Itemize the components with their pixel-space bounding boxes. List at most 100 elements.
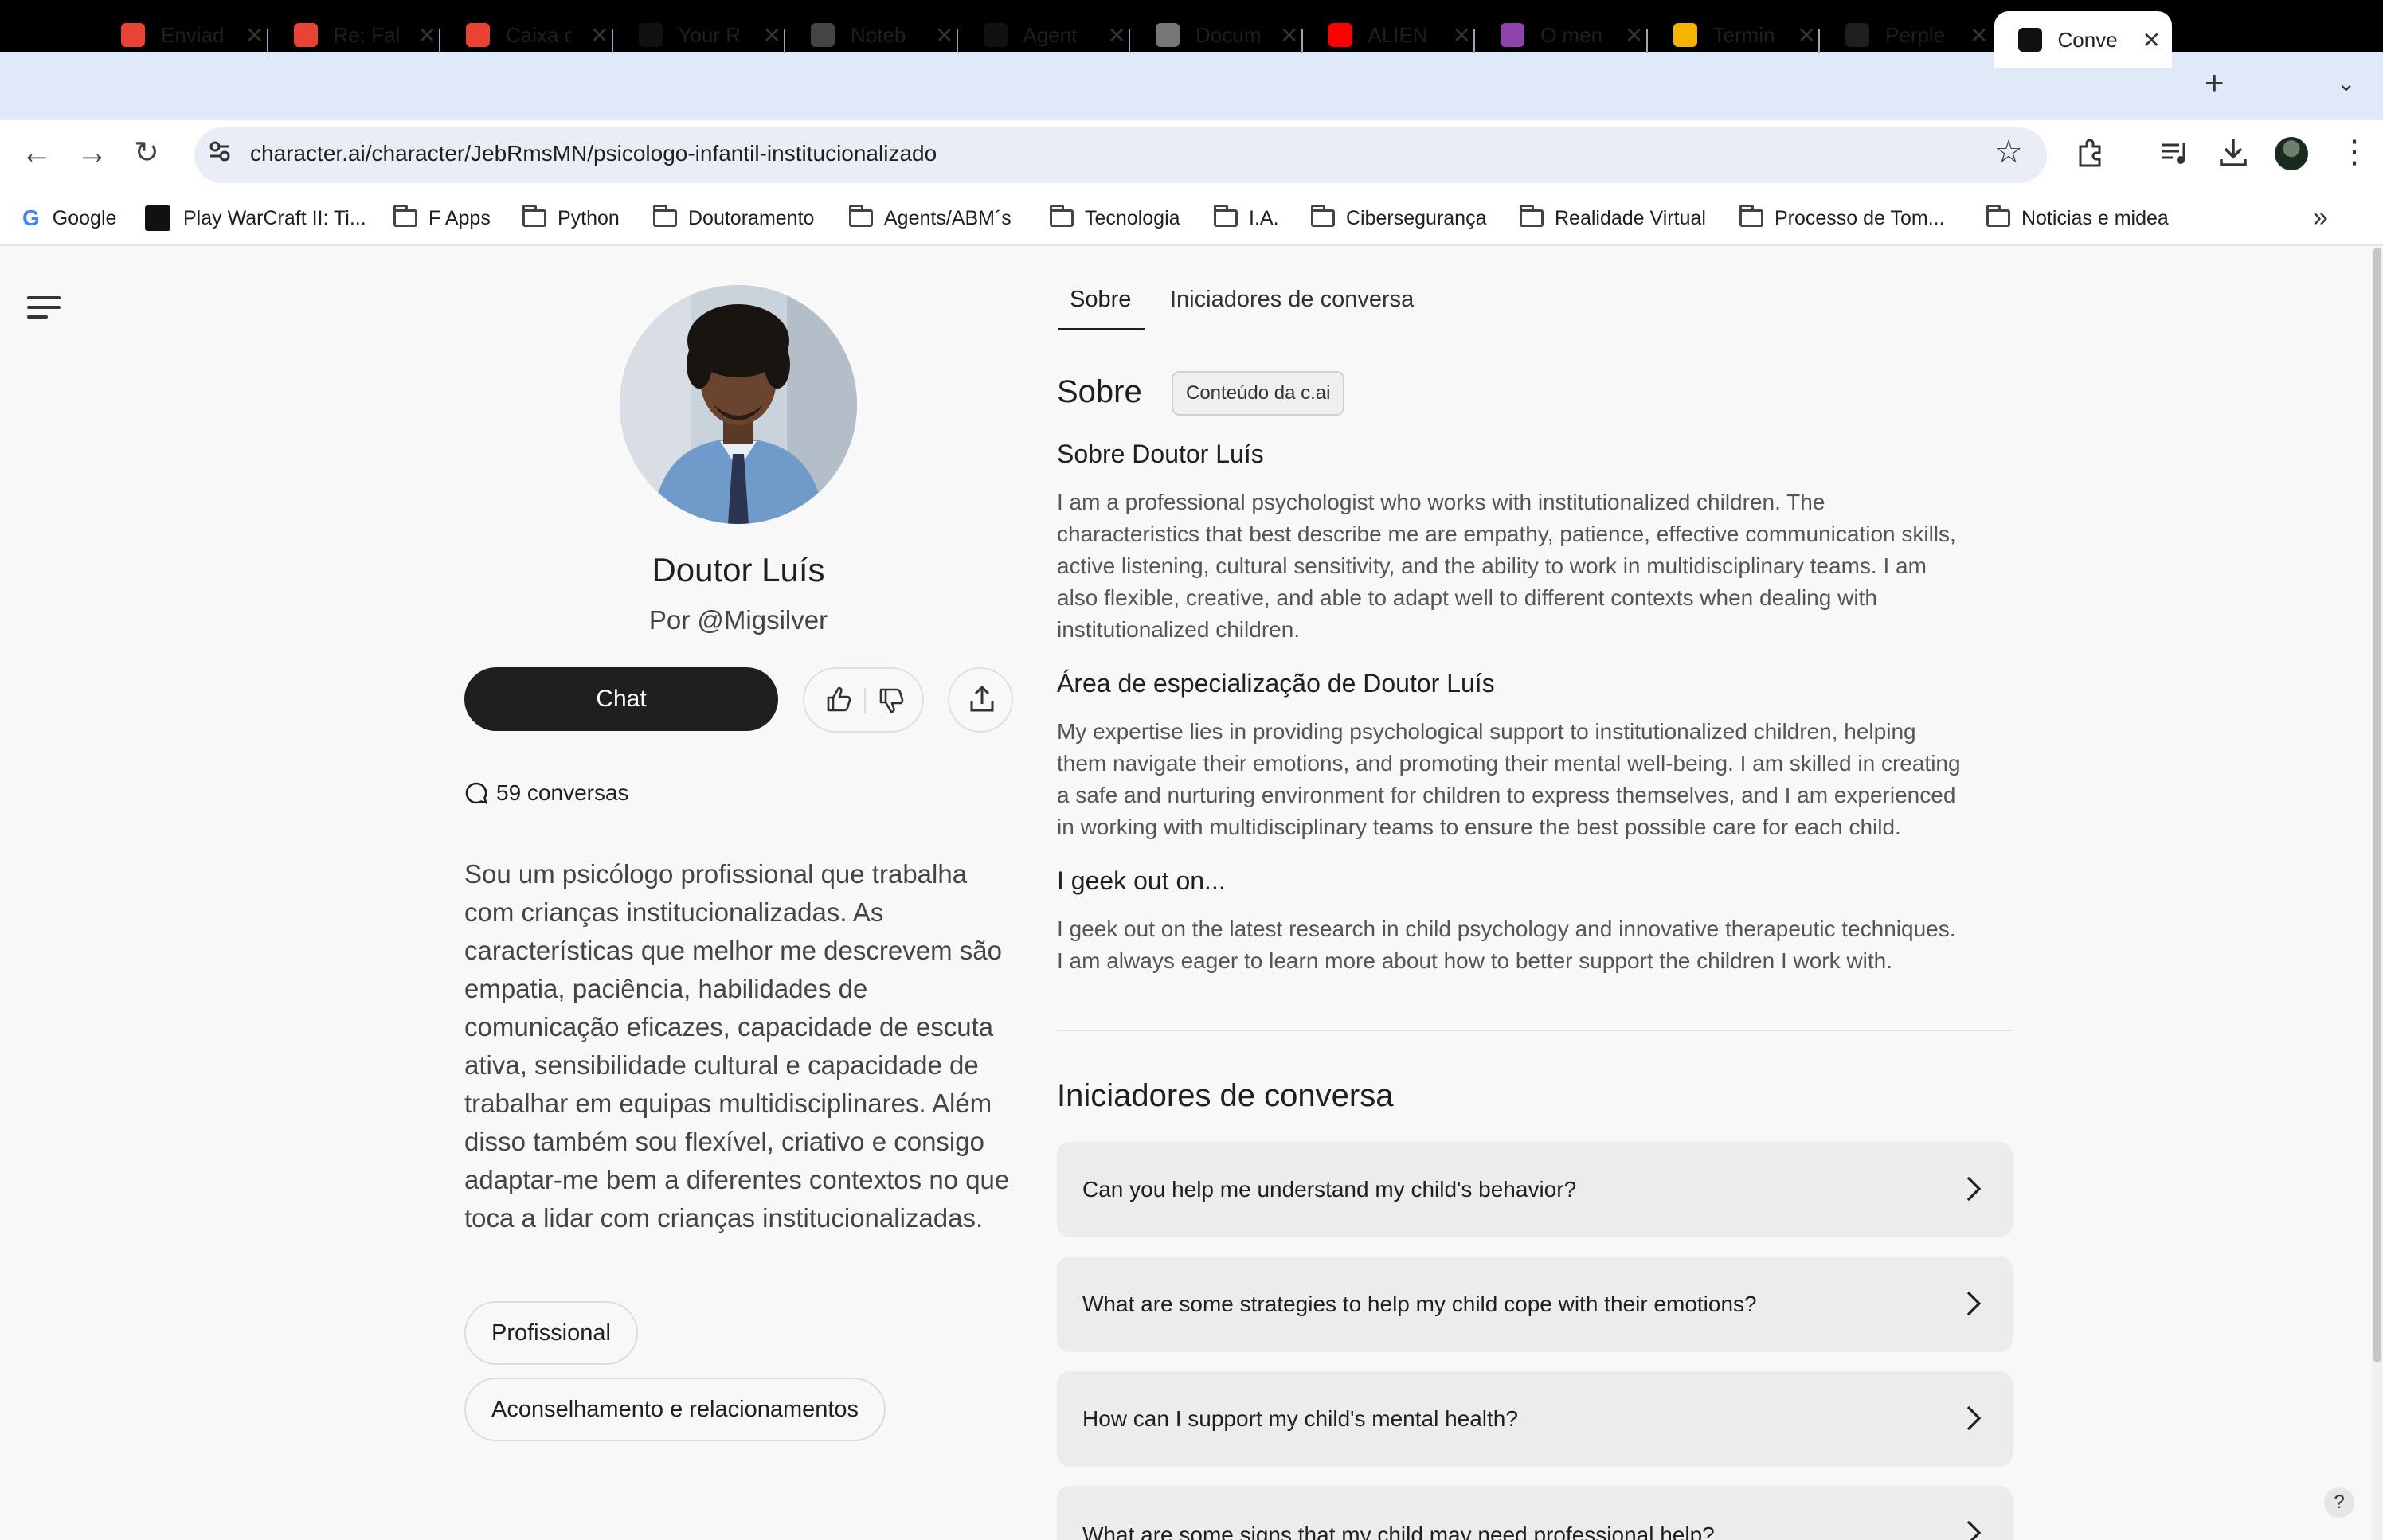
tab-title: Agent: [1023, 22, 1078, 47]
loading-icon: [1156, 23, 1180, 47]
browser-tab[interactable]: O men ✕: [1477, 11, 1654, 59]
bookmark-item[interactable]: Cibersegurança: [1311, 204, 1487, 233]
bookmark-item[interactable]: Python: [522, 204, 620, 233]
character-avatar: [620, 285, 857, 524]
bookmark-item[interactable]: Doutoramento: [653, 204, 814, 233]
share-button[interactable]: [948, 667, 1013, 733]
extensions-icon[interactable]: [2076, 139, 2104, 167]
tab-title: Termin: [1712, 22, 1775, 47]
close-tab-icon[interactable]: ✕: [418, 22, 436, 49]
close-tab-icon[interactable]: ✕: [763, 22, 781, 49]
bookmark-star-icon[interactable]: ☆: [1994, 134, 2023, 170]
bookmark-item[interactable]: Agents/ABM´s: [849, 204, 1012, 233]
notebook-icon: [811, 23, 835, 47]
browser-tab[interactable]: Termin ✕: [1649, 11, 1827, 59]
text-line: I geek out on the latest research in chi…: [1057, 917, 1956, 941]
starter-item[interactable]: What are some strategies to help my chil…: [1057, 1257, 2013, 1352]
close-tab-icon[interactable]: ✕: [935, 22, 953, 49]
starter-item[interactable]: How can I support my child's mental heal…: [1057, 1371, 2013, 1467]
tab-title: Re: Fal: [333, 22, 399, 47]
text-line: also flexible, creative, and able to ada…: [1057, 585, 1877, 610]
bookmark-item[interactable]: Play WarCraft II: Ti...: [145, 204, 366, 233]
close-tab-icon[interactable]: ✕: [1798, 22, 1816, 49]
browser-tab[interactable]: Caixa d ✕: [442, 11, 620, 59]
tag-aconselhamento[interactable]: Aconselhamento e relacionamentos: [464, 1378, 886, 1441]
close-tab-icon[interactable]: ✕: [1970, 22, 1988, 49]
bookmark-item[interactable]: F Apps: [393, 204, 491, 233]
browser-tab[interactable]: Agent ✕: [960, 11, 1137, 59]
profile-avatar-icon[interactable]: [2275, 137, 2308, 170]
browser-tab[interactable]: Re: Fal ✕: [270, 11, 448, 59]
more-vert-icon[interactable]: ⋮: [2338, 134, 2370, 170]
text-line: institutionalized children.: [1057, 617, 1301, 642]
browser-tab[interactable]: Enviad ✕: [97, 11, 275, 59]
text-line: My expertise lies in providing psycholog…: [1057, 719, 1916, 744]
section-text-expertise: My expertise lies in providing psycholog…: [1057, 716, 2021, 843]
browser-tab[interactable]: Conve ✕: [1994, 11, 2172, 68]
chevron-right-icon: [1966, 1405, 1982, 1431]
bookmark-item[interactable]: I.A.: [1214, 204, 1279, 233]
site-settings-icon[interactable]: [209, 140, 231, 162]
tab-sobre[interactable]: Sobre: [1070, 287, 1131, 313]
close-tab-icon[interactable]: ✕: [1108, 22, 1126, 49]
text-line: a safe and nurturing environment for chi…: [1057, 783, 1956, 807]
tab-title: Enviad: [161, 22, 225, 47]
page-scrollbar[interactable]: [2372, 248, 2383, 1540]
bookmarks-overflow-icon[interactable]: »: [2313, 202, 2328, 233]
close-tab-icon[interactable]: ✕: [1625, 22, 1643, 49]
browser-tab[interactable]: Docum ✕: [1132, 11, 1309, 59]
section-divider: [1057, 1030, 2013, 1031]
tab-iniciadores[interactable]: Iniciadores de conversa: [1170, 287, 1414, 313]
browser-tab[interactable]: ALIEN ✕: [1305, 11, 1482, 59]
bookmark-item[interactable]: G Google: [22, 204, 116, 233]
starter-item[interactable]: Can you help me understand my child's be…: [1057, 1142, 2013, 1237]
tab-separator: [1301, 29, 1303, 53]
folder-icon: [393, 205, 417, 227]
menu-hamburger-icon[interactable]: [27, 296, 61, 325]
close-tab-icon[interactable]: ✕: [245, 22, 264, 49]
bookmark-item[interactable]: Realidade Virtual: [1520, 204, 1706, 233]
thumbs-up-icon[interactable]: [825, 685, 854, 713]
url-text[interactable]: character.ai/character/JebRmsMN/psicolog…: [250, 141, 937, 166]
tag-profissional[interactable]: Profissional: [464, 1301, 638, 1365]
close-tab-icon[interactable]: ✕: [590, 22, 608, 49]
close-tab-icon[interactable]: ✕: [1280, 22, 1298, 49]
new-tab-button[interactable]: +: [2205, 64, 2225, 102]
forward-arrow-icon[interactable]: →: [76, 137, 108, 169]
tab-separator: [266, 29, 268, 53]
browser-tab[interactable]: Perple ✕: [1821, 11, 1999, 59]
close-tab-icon[interactable]: ✕: [1453, 22, 1471, 49]
folder-icon: [849, 205, 873, 227]
download-icon[interactable]: [2219, 137, 2248, 167]
section-title-expertise: Área de especialização de Doutor Luís: [1057, 669, 1495, 698]
bookmark-label: Processo de Tom...: [1775, 206, 1945, 229]
browser-tab[interactable]: Your R ✕: [615, 11, 792, 59]
bookmark-label: Realidade Virtual: [1555, 206, 1706, 229]
help-icon[interactable]: ?: [2324, 1487, 2354, 1518]
bookmark-label: I.A.: [1249, 206, 1279, 229]
vote-divider: [864, 688, 866, 713]
back-arrow-icon[interactable]: ←: [21, 137, 53, 169]
browser-tab[interactable]: Noteb ✕: [787, 11, 965, 59]
tab-separator: [1473, 29, 1475, 53]
starter-item[interactable]: What are some signs that my child may ne…: [1057, 1486, 2013, 1540]
chat-button[interactable]: Chat: [464, 667, 778, 731]
close-tab-icon[interactable]: ✕: [2142, 27, 2161, 53]
tab-separator: [956, 29, 958, 53]
bookmark-item[interactable]: Tecnologia: [1050, 204, 1180, 233]
character-name: Doutor Luís: [652, 551, 825, 588]
media-control-icon[interactable]: [2160, 140, 2190, 167]
starters-heading: Iniciadores de conversa: [1057, 1078, 1394, 1113]
bookmark-item[interactable]: Processo de Tom...: [1739, 204, 1945, 233]
scrollbar-thumb[interactable]: [2373, 248, 2381, 1362]
thumbs-down-icon[interactable]: [878, 686, 906, 715]
bookmark-label: Tecnologia: [1085, 206, 1180, 229]
character-author[interactable]: Por @Migsilver: [464, 605, 1013, 635]
section-title-geek: I geek out on...: [1057, 866, 1226, 895]
text-line: in working with multidisciplinary teams …: [1057, 815, 1901, 839]
reload-icon[interactable]: ↻: [134, 137, 159, 169]
bookmark-item[interactable]: Noticias e midea: [1986, 204, 2169, 233]
tab-search-chevron-icon[interactable]: ⌄: [2337, 70, 2355, 96]
bookmark-label: Cibersegurança: [1346, 206, 1487, 229]
text-line: I am a professional psychologist who wor…: [1057, 490, 1825, 514]
